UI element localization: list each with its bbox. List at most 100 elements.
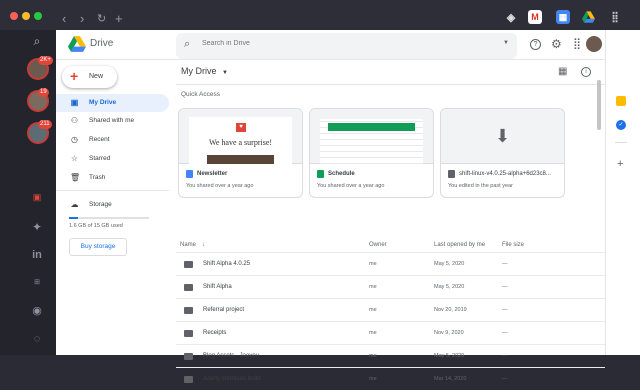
sidebar-item-storage[interactable]: ☁ Storage [56, 196, 169, 214]
table-row[interactable]: Referral project me Nov 20, 2019 — [176, 298, 605, 321]
file-size: — [502, 284, 508, 290]
last-opened-column-header[interactable]: Last opened by me [434, 242, 485, 248]
gear-icon[interactable]: ⚙ [551, 37, 562, 51]
layers-tab-icon[interactable]: ◈ [504, 10, 518, 24]
table-row[interactable]: Receipts me Nov 9, 2020 — [176, 321, 605, 344]
sidebar-item-recent[interactable]: ◷ Recent [56, 131, 169, 149]
file-size: — [502, 307, 508, 313]
download-icon: ⬇ [495, 126, 511, 146]
sidebar-item-my-drive[interactable]: ▣ My Drive [56, 94, 169, 112]
people-icon: ⚇ [70, 116, 79, 125]
divider [176, 84, 605, 85]
card-subtitle: You shared over a year ago [186, 183, 254, 189]
twitter-icon[interactable]: ✦ [30, 220, 44, 234]
back-icon[interactable]: ‹ [62, 12, 66, 26]
doc-icon [186, 170, 193, 178]
card-thumbnail [310, 109, 433, 164]
name-column-header[interactable]: Name ↓ [180, 242, 205, 248]
file-last-opened: Nov 20, 2019 [434, 307, 467, 313]
quick-access-title: Quick Access [181, 91, 221, 98]
file-owner: me [369, 261, 377, 267]
quick-access-card[interactable]: ♥ We have a surprise! Newsletter You sha… [178, 108, 303, 198]
app-cluster-icon[interactable]: ▣ [30, 190, 44, 204]
sidebar-item-trash[interactable]: 🗑 Trash [56, 169, 169, 187]
card-name: Schedule [328, 171, 355, 177]
file-owner: me [369, 376, 377, 382]
quick-access-card[interactable]: Schedule You shared over a year ago [309, 108, 434, 198]
close-window-dot[interactable] [10, 12, 18, 20]
file-icon [448, 170, 455, 178]
sidebar-item-starred[interactable]: ☆ Starred [56, 150, 169, 168]
trash-icon: 🗑 [70, 173, 81, 182]
file-size-column-header: File size [502, 242, 525, 248]
search-icon[interactable]: ⌕ [30, 34, 44, 48]
linkedin-icon[interactable]: in [30, 248, 44, 262]
calendar-icon[interactable] [616, 96, 626, 106]
sidebar-item-label: Recent [89, 136, 110, 143]
sidebar-item-label: Storage [89, 201, 112, 208]
gmail-tab-icon[interactable]: M [528, 10, 542, 24]
search-options-icon[interactable]: ▼ [503, 40, 509, 46]
table-row[interactable]: Azerty shortcuts build me Mar 14, 2020 — [176, 367, 605, 390]
sidebar-item-shared[interactable]: ⚇ Shared with me [56, 112, 169, 130]
maximize-window-dot[interactable] [34, 12, 42, 20]
folder-icon [184, 330, 193, 337]
buy-storage-button[interactable]: Buy storage [69, 238, 127, 256]
add-addon-icon[interactable]: + [617, 158, 623, 170]
tasks-icon[interactable]: ✓ [616, 120, 626, 130]
apps-grid-tab-icon[interactable]: ⣿ [608, 10, 622, 24]
spotify-icon[interactable]: ◉ [30, 304, 44, 318]
plus-icon: + [70, 68, 79, 84]
reload-icon[interactable]: ↻ [97, 12, 106, 26]
avatar[interactable] [586, 36, 602, 52]
drive-window: Drive ⌕ ▼ ? ⚙ ⣿ + New ▣ My Drive ⚇ Share… [56, 30, 605, 383]
search-input[interactable] [202, 40, 462, 47]
doc-preview-image [207, 155, 274, 164]
table-row[interactable]: Shift Alpha 4.0.25 me May 5, 2020 — [176, 252, 605, 275]
help-icon[interactable]: ? [530, 39, 541, 50]
drive-tab-icon[interactable] [581, 10, 595, 24]
app-icon[interactable]: ⊞ [30, 276, 44, 290]
star-icon: ☆ [70, 154, 79, 163]
side-panel: ✓ + [605, 30, 640, 355]
whatsapp-icon[interactable]: ◌ [30, 332, 44, 346]
search-icon[interactable]: ⌕ [184, 38, 190, 51]
apps-icon[interactable]: ⣿ [573, 37, 581, 50]
file-size: — [502, 261, 508, 267]
calendar-tab-icon[interactable]: ▦ [556, 10, 570, 24]
folder-icon [184, 261, 193, 268]
sheet-icon [317, 170, 324, 178]
arrow-down-icon: ↓ [201, 242, 205, 248]
card-subtitle: You shared over a year ago [317, 183, 385, 189]
card-name: Newsletter [197, 171, 228, 177]
status-badge: 211 [38, 120, 52, 129]
file-owner: me [369, 307, 377, 313]
new-button[interactable]: + New [62, 66, 117, 88]
table-row[interactable]: Blog Assets - Jaeyou me May 5, 2020 — [176, 344, 605, 367]
chevron-down-icon: ▼ [222, 70, 228, 76]
search-bar[interactable]: ⌕ ▼ [176, 33, 517, 59]
file-owner: me [369, 284, 377, 290]
new-tab-icon[interactable]: + [115, 12, 123, 26]
quick-access-card[interactable]: ⬇ shift-linux-v4.0.25-alpha+6d23c8... Yo… [440, 108, 565, 198]
file-last-opened: May 5, 2020 [434, 284, 465, 290]
minimize-window-dot[interactable] [22, 12, 30, 20]
scrollbar[interactable] [597, 80, 601, 130]
card-name: shift-linux-v4.0.25-alpha+6d23c8... [459, 171, 551, 177]
status-badge: 2K+ [38, 56, 53, 65]
page-title[interactable]: My Drive ▼ [181, 66, 228, 76]
grid-view-icon[interactable]: ▦ [558, 66, 567, 77]
info-icon[interactable]: i [581, 67, 591, 77]
folder-icon [184, 284, 193, 291]
card-subtitle: You edited in the past year [448, 183, 513, 189]
table-row[interactable]: Shift Alpha me May 5, 2020 — [176, 275, 605, 298]
drive-content: My Drive ▼ ▦ i Quick Access ♥ We have a … [176, 62, 605, 383]
file-name: Shift Alpha 4.0.25 [203, 261, 251, 267]
forward-icon[interactable]: › [80, 12, 84, 26]
file-name: Azerty shortcuts build [203, 376, 261, 382]
drive-icon: ▣ [70, 98, 79, 107]
sidebar-item-label: Shared with me [89, 117, 135, 124]
file-name: Blog Assets - Jaeyou [203, 353, 260, 359]
heart-icon: ♥ [236, 123, 246, 132]
folder-icon [184, 307, 193, 314]
